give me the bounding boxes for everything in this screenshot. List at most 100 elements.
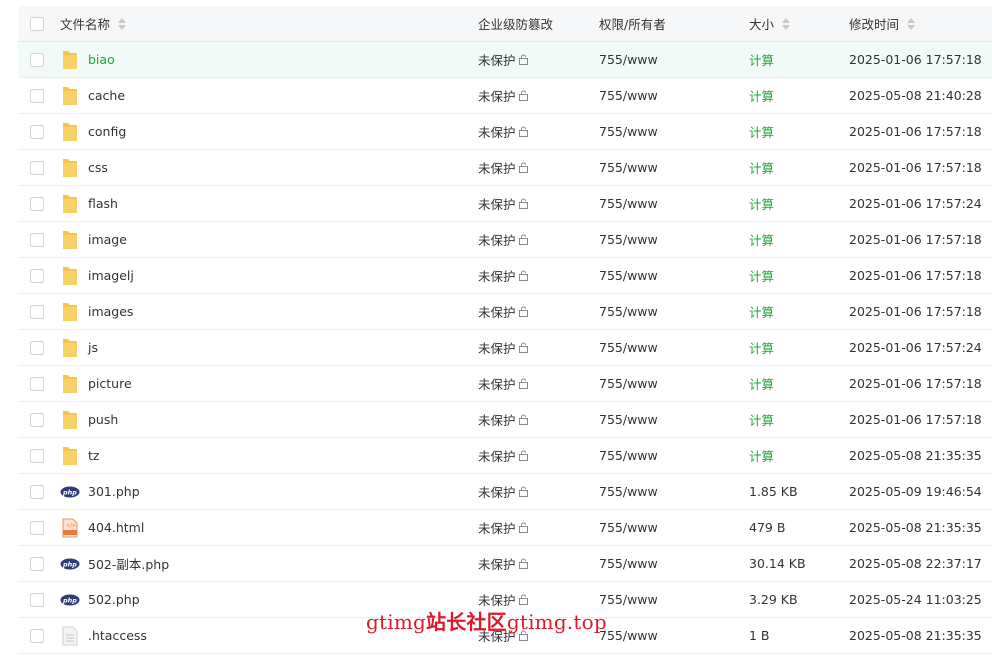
protection-cell[interactable]: 未保护 — [478, 510, 529, 545]
file-name[interactable]: 404.html — [88, 520, 144, 535]
permission-cell[interactable]: 755/www — [599, 258, 658, 293]
file-name[interactable]: config — [88, 124, 126, 139]
permission-cell[interactable]: 755/www — [599, 330, 658, 365]
row-checkbox[interactable] — [30, 592, 44, 607]
protection-cell[interactable]: 未保护 — [478, 258, 529, 293]
file-name[interactable]: 502.php — [88, 592, 140, 607]
row-checkbox[interactable] — [30, 484, 44, 499]
file-name[interactable]: .htaccess — [88, 628, 147, 643]
file-name-cell[interactable]: biao — [60, 42, 115, 77]
size-cell[interactable]: 计算 — [749, 150, 774, 185]
sort-icon[interactable] — [907, 17, 916, 30]
protection-cell[interactable]: 未保护 — [478, 186, 529, 221]
row-checkbox[interactable] — [30, 520, 44, 535]
file-name-cell[interactable]: php 301.php — [60, 474, 140, 509]
size-cell[interactable]: 计算 — [749, 114, 774, 149]
calculate-size-link[interactable]: 计算 — [749, 266, 774, 285]
table-row[interactable]: css 未保护 755/www 计算 2025-01-06 17:57:18 — [18, 150, 992, 186]
permission-cell[interactable]: 755/www — [599, 402, 658, 437]
table-row[interactable]: php 502-副本.php 未保护 755/www 30.14 KB 2025-05-0… — [18, 546, 992, 582]
row-checkbox[interactable] — [30, 556, 44, 571]
file-name-cell[interactable]: config — [60, 114, 126, 149]
file-name[interactable]: picture — [88, 376, 132, 391]
file-name[interactable]: push — [88, 412, 118, 427]
file-name[interactable]: biao — [88, 52, 115, 67]
table-row[interactable]: tz 未保护 755/www 计算 2025-05-08 21:35:35 — [18, 438, 992, 474]
file-name[interactable]: tz — [88, 448, 99, 463]
permission-cell[interactable]: 755/www — [599, 474, 658, 509]
protection-cell[interactable]: 未保护 — [478, 366, 529, 401]
header-modified[interactable]: 修改时间 — [849, 6, 916, 41]
table-row[interactable]: images 未保护 755/www 计算 2025-01-06 17:57:18 — [18, 294, 992, 330]
permission-value[interactable]: 755/www — [599, 52, 658, 67]
row-checkbox[interactable] — [30, 628, 44, 643]
file-name-cell[interactable]: images — [60, 294, 133, 329]
permission-value[interactable]: 755/www — [599, 484, 658, 499]
calculate-size-link[interactable]: 计算 — [749, 194, 774, 213]
lock-icon[interactable] — [518, 342, 529, 353]
file-name-cell[interactable]: tz — [60, 438, 99, 473]
lock-icon[interactable] — [518, 306, 529, 317]
table-row[interactable]: flash 未保护 755/www 计算 2025-01-06 17:57:24 — [18, 186, 992, 222]
table-row[interactable]: </> 404.html 未保护 755/www 479 B 2025-05-08 21:… — [18, 510, 992, 546]
lock-icon[interactable] — [518, 54, 529, 65]
permission-value[interactable]: 755/www — [599, 556, 658, 571]
permission-value[interactable]: 755/www — [599, 520, 658, 535]
lock-icon[interactable] — [518, 162, 529, 173]
size-cell[interactable]: 计算 — [749, 186, 774, 221]
size-cell[interactable]: 计算 — [749, 294, 774, 329]
permission-cell[interactable]: 755/www — [599, 294, 658, 329]
protection-cell[interactable]: 未保护 — [478, 222, 529, 257]
calculate-size-link[interactable]: 计算 — [749, 158, 774, 177]
table-row[interactable]: image 未保护 755/www 计算 2025-01-06 17:57:18 — [18, 222, 992, 258]
lock-icon[interactable] — [518, 198, 529, 209]
file-name-cell[interactable]: cache — [60, 78, 125, 113]
lock-icon[interactable] — [518, 594, 529, 605]
permission-cell[interactable]: 755/www — [599, 510, 658, 545]
file-name-cell[interactable]: flash — [60, 186, 118, 221]
size-cell[interactable]: 计算 — [749, 78, 774, 113]
file-name-cell[interactable]: imagelj — [60, 258, 134, 293]
permission-value[interactable]: 755/www — [599, 628, 658, 643]
lock-icon[interactable] — [518, 270, 529, 281]
file-name[interactable]: 502-副本.php — [88, 554, 169, 573]
permission-value[interactable]: 755/www — [599, 592, 658, 607]
calculate-size-link[interactable]: 计算 — [749, 122, 774, 141]
file-name-cell[interactable]: .htaccess — [60, 618, 147, 653]
size-cell[interactable]: 计算 — [749, 42, 774, 77]
table-row[interactable]: push 未保护 755/www 计算 2025-01-06 17:57:18 — [18, 402, 992, 438]
permission-cell[interactable]: 755/www — [599, 618, 658, 653]
calculate-size-link[interactable]: 计算 — [749, 86, 774, 105]
row-checkbox[interactable] — [30, 124, 44, 139]
row-checkbox[interactable] — [30, 340, 44, 355]
table-row[interactable]: picture 未保护 755/www 计算 2025-01-06 17:57:18 — [18, 366, 992, 402]
header-name[interactable]: 文件名称 — [60, 6, 127, 41]
table-row[interactable]: php 301.php 未保护 755/www 1.85 KB 2025-05-09 19… — [18, 474, 992, 510]
permission-value[interactable]: 755/www — [599, 88, 658, 103]
protection-cell[interactable]: 未保护 — [478, 546, 529, 581]
protection-cell[interactable]: 未保护 — [478, 294, 529, 329]
file-name[interactable]: flash — [88, 196, 118, 211]
permission-cell[interactable]: 755/www — [599, 114, 658, 149]
protection-cell[interactable]: 未保护 — [478, 78, 529, 113]
select-all-checkbox[interactable] — [30, 16, 44, 31]
table-row[interactable]: js 未保护 755/www 计算 2025-01-06 17:57:24 — [18, 330, 992, 366]
file-name[interactable]: image — [88, 232, 127, 247]
row-checkbox[interactable] — [30, 160, 44, 175]
file-name[interactable]: css — [88, 160, 108, 175]
lock-icon[interactable] — [518, 234, 529, 245]
protection-cell[interactable]: 未保护 — [478, 42, 529, 77]
permission-value[interactable]: 755/www — [599, 448, 658, 463]
file-name-cell[interactable]: picture — [60, 366, 132, 401]
calculate-size-link[interactable]: 计算 — [749, 410, 774, 429]
size-cell[interactable]: 计算 — [749, 222, 774, 257]
permission-value[interactable]: 755/www — [599, 412, 658, 427]
permission-value[interactable]: 755/www — [599, 268, 658, 283]
permission-cell[interactable]: 755/www — [599, 222, 658, 257]
table-row[interactable]: biao 未保护 755/www 计算 2025-01-06 17:57:18 — [18, 42, 992, 78]
size-cell[interactable]: 计算 — [749, 258, 774, 293]
permission-cell[interactable]: 755/www — [599, 150, 658, 185]
size-cell[interactable]: 计算 — [749, 366, 774, 401]
file-name[interactable]: cache — [88, 88, 125, 103]
permission-value[interactable]: 755/www — [599, 124, 658, 139]
